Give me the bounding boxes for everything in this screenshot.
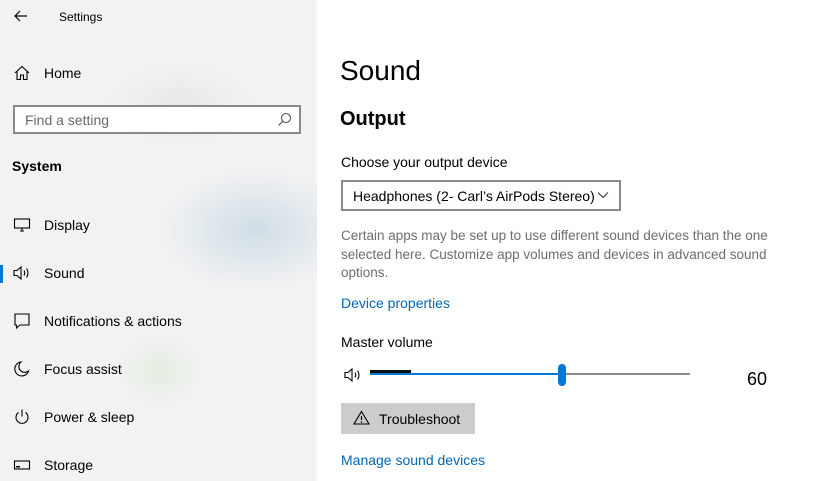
- troubleshoot-button[interactable]: Troubleshoot: [341, 403, 475, 434]
- warning-icon: [353, 410, 370, 425]
- back-arrow-icon: [14, 10, 27, 22]
- slider-fill: [370, 373, 562, 375]
- app-title: Settings: [59, 10, 103, 24]
- output-heading: Output: [340, 108, 406, 130]
- power-icon: [12, 407, 32, 427]
- output-device-value: Headphones (2- Carl’s AirPods Stereo): [353, 187, 595, 204]
- master-volume-value: 60: [747, 369, 768, 389]
- moon-icon: [12, 359, 32, 379]
- main-content: Sound Output Choose your output device H…: [317, 0, 818, 481]
- sidebar-item-label: Display: [44, 217, 90, 233]
- speaker-icon: [12, 263, 32, 283]
- home-icon: [12, 63, 32, 83]
- chevron-down-icon: [597, 192, 609, 199]
- sidebar-item-home[interactable]: Home: [0, 58, 317, 88]
- back-button[interactable]: [8, 4, 34, 28]
- sidebar-item-label: Storage: [44, 457, 94, 473]
- sidebar-item-sound[interactable]: Sound: [0, 253, 317, 293]
- display-icon: [12, 215, 32, 235]
- volume-peak-meter: [370, 370, 411, 373]
- sidebar-item-label: Home: [44, 65, 82, 81]
- device-properties-link[interactable]: Device properties: [341, 295, 450, 311]
- output-device-dropdown[interactable]: Headphones (2- Carl’s AirPods Stereo): [341, 180, 621, 211]
- output-description: Certain apps may be set up to use differ…: [341, 228, 768, 280]
- sidebar-item-storage[interactable]: Storage: [0, 445, 317, 481]
- search-icon[interactable]: [277, 112, 292, 127]
- volume-icon[interactable]: [343, 366, 363, 384]
- sidebar-item-power-sleep[interactable]: Power & sleep: [0, 397, 317, 437]
- notifications-icon: [12, 311, 32, 331]
- sidebar: Settings Home System Display: [0, 0, 317, 481]
- sidebar-item-notifications[interactable]: Notifications & actions: [0, 301, 317, 341]
- manage-sound-devices-link[interactable]: Manage sound devices: [341, 452, 485, 468]
- sidebar-item-label: Focus assist: [44, 361, 122, 377]
- sidebar-item-label: Sound: [44, 265, 85, 281]
- page-title: Sound: [340, 55, 421, 86]
- sidebar-item-label: Notifications & actions: [44, 313, 182, 329]
- troubleshoot-label: Troubleshoot: [379, 411, 461, 427]
- slider-thumb[interactable]: [558, 364, 566, 386]
- sidebar-item-focus-assist[interactable]: Focus assist: [0, 349, 317, 389]
- storage-icon: [12, 455, 32, 475]
- output-device-label: Choose your output device: [341, 154, 508, 170]
- section-title: System: [12, 158, 62, 174]
- master-volume-slider[interactable]: [370, 364, 690, 386]
- search-box: [13, 105, 301, 134]
- search-input[interactable]: [15, 107, 275, 132]
- sidebar-item-display[interactable]: Display: [0, 205, 317, 245]
- master-volume-label: Master volume: [341, 334, 433, 350]
- sidebar-item-label: Power & sleep: [44, 409, 135, 425]
